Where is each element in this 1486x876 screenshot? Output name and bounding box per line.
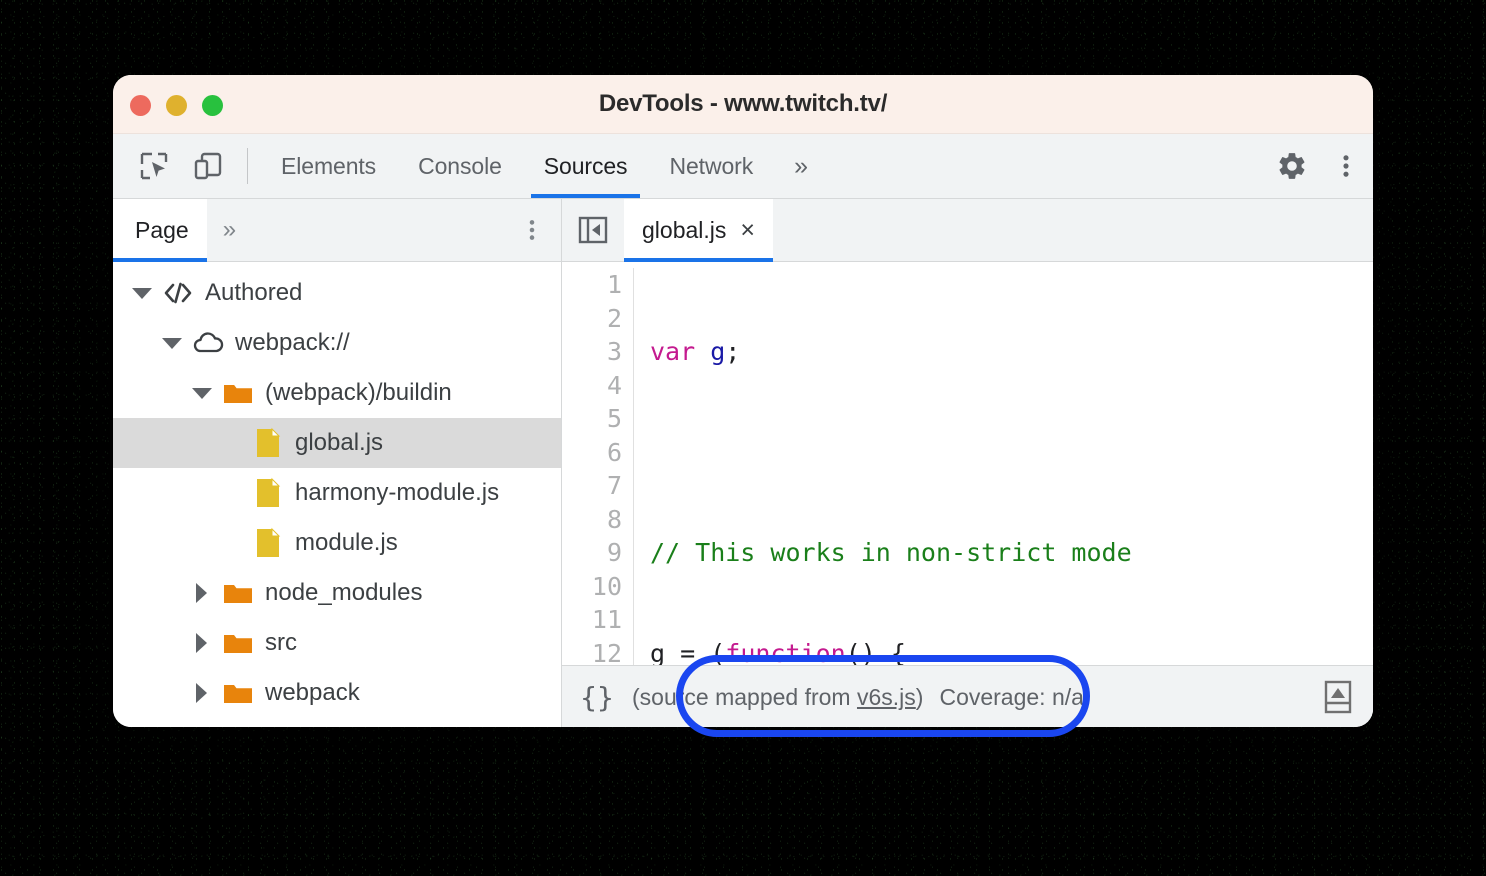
line-number: 7 [606, 471, 622, 500]
toolbar-right-group [1240, 134, 1373, 198]
code-line: // This works in non-strict mode [650, 538, 1132, 567]
window-title: DevTools - www.twitch.tv/ [598, 90, 888, 117]
code-line: var g; [650, 337, 741, 366]
source-mapped-status: (source mapped from v6s.js) [632, 684, 923, 711]
chevron-down-icon[interactable] [161, 332, 183, 354]
close-icon[interactable]: × [740, 217, 755, 243]
source-editor-panel: global.js × 1 2 3 4 5 6 7 8 9 10 11 12 v… [562, 199, 1373, 727]
show-drawer-icon[interactable] [1303, 680, 1373, 714]
file-icon [251, 527, 285, 558]
code-line: g = (function() { [650, 638, 906, 666]
folder-icon [221, 378, 255, 408]
folder-icon [221, 578, 255, 608]
tree-row-webpack-buildin[interactable]: (webpack)/buildin [113, 368, 561, 418]
tree-row-module-js[interactable]: module.js [113, 518, 561, 568]
devtools-toolbar: Elements Console Sources Network » [113, 134, 1373, 199]
folder-icon [221, 628, 255, 658]
inspect-element-icon[interactable] [127, 134, 181, 198]
line-number: 2 [606, 303, 622, 333]
navigator-tabbar: Page » [113, 199, 561, 262]
more-vertical-icon[interactable] [1319, 152, 1373, 180]
tree-label: webpack:// [235, 329, 350, 356]
line-number: 4 [606, 370, 622, 400]
chevron-right-icon[interactable] [191, 682, 213, 704]
editor-statusbar: {} (source mapped from v6s.js) Coverage:… [562, 665, 1373, 727]
tab-elements[interactable]: Elements [260, 134, 397, 198]
tab-sources[interactable]: Sources [523, 134, 649, 198]
navigator-more-chevron-icon[interactable]: » [207, 199, 252, 261]
tree-arrow-placeholder [221, 532, 243, 554]
tab-page[interactable]: Page [113, 199, 207, 262]
pretty-print-icon[interactable]: {} [562, 681, 632, 714]
tree-label: src [265, 629, 297, 656]
tree-label: webpack [265, 679, 360, 706]
line-number: 12 [591, 638, 622, 666]
tree-row-webpack-origin[interactable]: webpack:// [113, 318, 561, 368]
source-mapped-link[interactable]: v6s.js [857, 684, 916, 710]
window-titlebar: DevTools - www.twitch.tv/ [113, 75, 1373, 134]
tree-label: module.js [295, 529, 398, 556]
tab-console[interactable]: Console [397, 134, 523, 198]
line-number: 5 [606, 404, 622, 433]
tree-label: Authored [205, 279, 303, 306]
collapse-sidebar-icon[interactable] [562, 199, 624, 261]
chevron-down-icon[interactable] [191, 382, 213, 404]
code-content[interactable]: var g; // This works in non-strict mode … [634, 268, 1373, 665]
tree-row-webpack[interactable]: webpack [113, 668, 561, 718]
file-icon [251, 477, 285, 508]
line-number: 1 [606, 270, 622, 299]
chevron-down-icon[interactable] [131, 282, 153, 304]
source-mapped-prefix: (source mapped from [632, 683, 857, 710]
devtools-body: Page » Authored webpack:// (webpack)/bui… [113, 199, 1373, 727]
more-tabs-chevron-icon[interactable]: » [774, 134, 828, 198]
toolbar-divider [247, 148, 248, 184]
device-toolbar-icon[interactable] [181, 134, 235, 198]
code-icon [161, 278, 195, 308]
tree-row-authored[interactable]: Authored [113, 268, 561, 318]
tree-label: global.js [295, 429, 384, 456]
cloud-icon [191, 328, 225, 358]
source-mapped-suffix: ) [915, 683, 924, 710]
editor-tab-global-js[interactable]: global.js × [624, 199, 773, 262]
line-number-gutter: 1 2 3 4 5 6 7 8 9 10 11 12 [562, 268, 634, 665]
file-icon [251, 427, 285, 458]
tree-label: harmony-module.js [295, 479, 500, 506]
editor-tab-label: global.js [642, 216, 727, 243]
line-number: 11 [591, 605, 622, 634]
tab-network[interactable]: Network [648, 134, 774, 198]
tree-row-src[interactable]: src [113, 618, 561, 668]
file-tree: Authored webpack:// (webpack)/buildin gl… [113, 262, 561, 727]
tree-row-node-modules[interactable]: node_modules [113, 568, 561, 618]
devtools-window: DevTools - www.twitch.tv/ Elements Conso… [113, 75, 1373, 727]
line-number: 9 [606, 538, 622, 567]
coverage-status: Coverage: n/a [939, 683, 1084, 710]
navigator-menu-icon[interactable] [519, 199, 561, 261]
chevron-right-icon[interactable] [191, 632, 213, 654]
gear-icon[interactable] [1265, 150, 1319, 182]
line-number: 10 [591, 571, 622, 601]
folder-icon [221, 678, 255, 708]
tree-label: node_modules [265, 579, 423, 606]
tree-arrow-placeholder [221, 482, 243, 504]
tree-row-harmony-module-js[interactable]: harmony-module.js [113, 468, 561, 518]
navigator-sidebar: Page » Authored webpack:// (webpack)/bui… [113, 199, 562, 727]
tree-row-global-js[interactable]: global.js [113, 418, 561, 468]
tree-arrow-placeholder [221, 432, 243, 454]
line-number: 8 [606, 504, 622, 534]
tree-label: (webpack)/buildin [265, 379, 452, 406]
editor-tabbar: global.js × [562, 199, 1373, 262]
chevron-right-icon[interactable] [191, 582, 213, 604]
line-number: 3 [606, 337, 622, 366]
line-number: 6 [606, 437, 622, 467]
code-viewer[interactable]: 1 2 3 4 5 6 7 8 9 10 11 12 var g; // Thi [562, 262, 1373, 665]
